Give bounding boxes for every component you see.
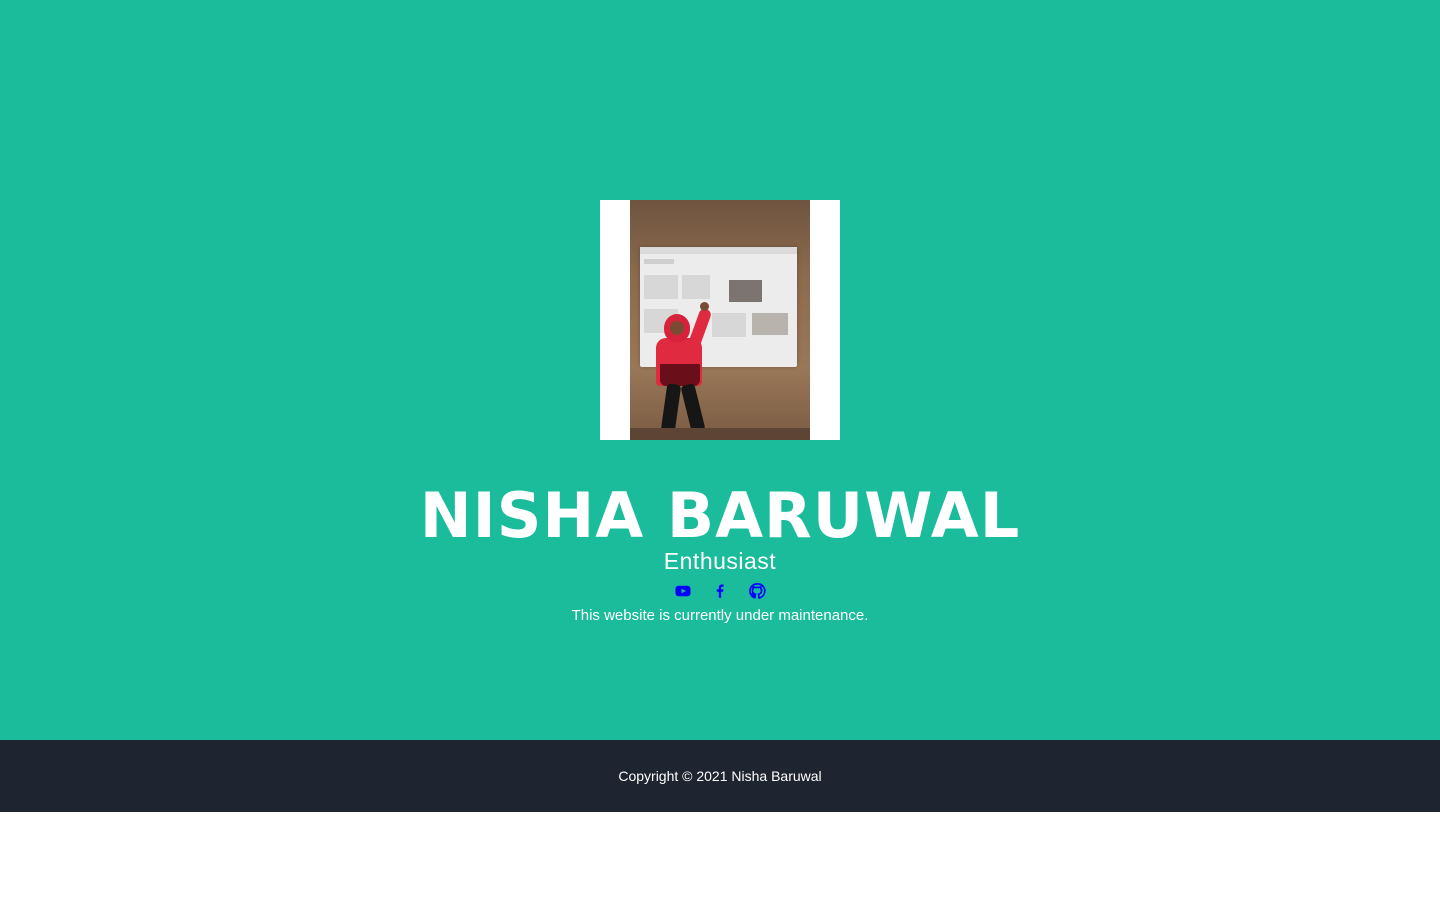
profile-role: Enthusiast	[663, 548, 777, 574]
profile-photo	[630, 200, 810, 440]
facebook-icon	[716, 584, 724, 598]
copyright-text: Copyright © 2021 Nisha Baruwal	[618, 768, 822, 784]
facebook-link[interactable]	[711, 582, 729, 600]
profile-name: NISHA BARUWAL	[419, 479, 1021, 552]
masthead-section: NISHA BARUWAL Enthusiast This website is…	[0, 0, 1440, 740]
youtube-icon	[675, 585, 691, 597]
youtube-link[interactable]	[674, 582, 692, 600]
github-icon	[749, 583, 766, 599]
social-links	[0, 582, 1440, 602]
footer: Copyright © 2021 Nisha Baruwal	[0, 740, 1440, 812]
github-link[interactable]	[748, 582, 766, 600]
profile-photo-frame	[600, 200, 840, 440]
maintenance-notice: This website is currently under maintena…	[571, 607, 869, 624]
